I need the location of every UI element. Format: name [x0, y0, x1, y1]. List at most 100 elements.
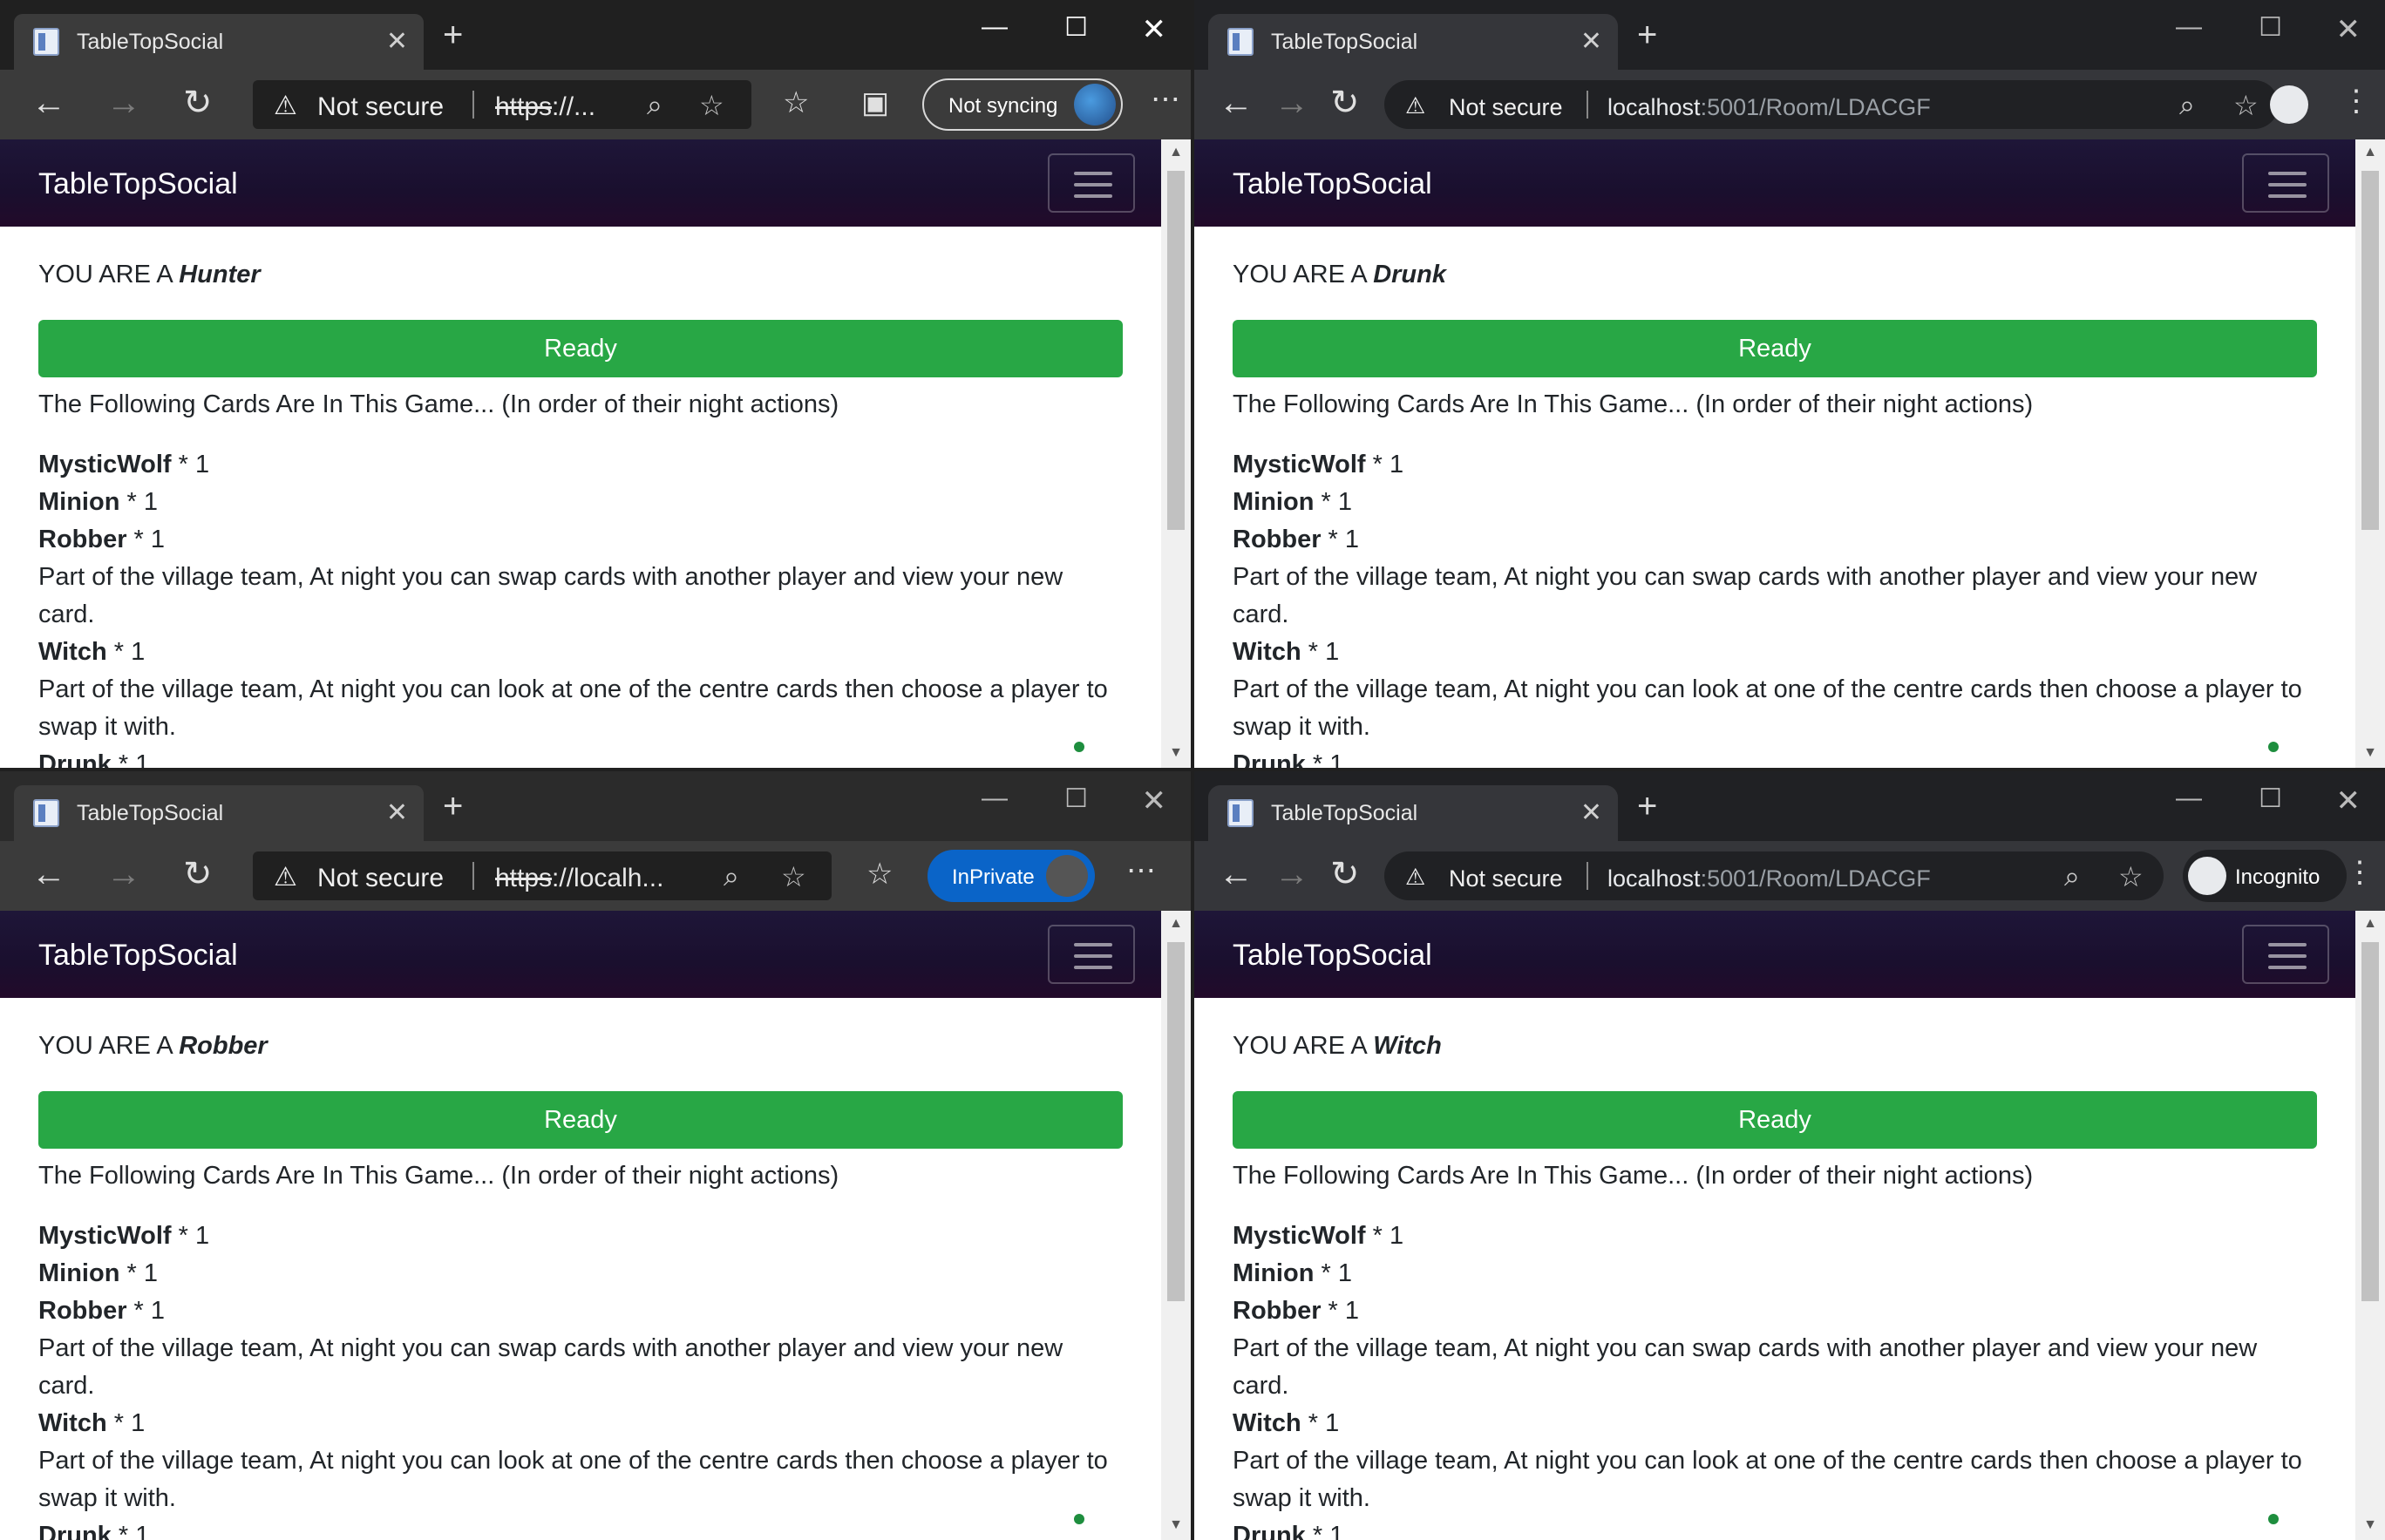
zoom-icon[interactable]: ⌕	[647, 89, 662, 122]
window-close-icon[interactable]: ✕	[2336, 12, 2361, 47]
maximize-icon[interactable]: ☐	[2259, 12, 2282, 43]
ready-button[interactable]: Ready	[1233, 320, 2317, 377]
tab-close-icon[interactable]: ✕	[1580, 797, 1602, 828]
more-options-icon[interactable]: ⋮	[2341, 84, 2371, 119]
browser-tab[interactable]: TableTopSocial ✕	[1208, 14, 1618, 70]
ready-button[interactable]: Ready	[38, 320, 1123, 377]
more-options-icon[interactable]: ⋯	[1151, 82, 1180, 117]
scroll-thumb[interactable]	[1167, 171, 1185, 530]
ready-button[interactable]: Ready	[38, 1091, 1123, 1149]
refresh-icon[interactable]: ↻	[183, 85, 213, 120]
favorites-icon[interactable]: ☆	[783, 85, 809, 120]
address-bar[interactable]: ⚠ Not secure localhost:5001/Room/LDACGF …	[1384, 80, 2279, 129]
new-tab-icon[interactable]: +	[1637, 17, 1657, 52]
back-icon[interactable]: ←	[1219, 85, 1254, 120]
forward-icon[interactable]: →	[106, 857, 141, 892]
more-options-icon[interactable]: ⋮	[2345, 855, 2375, 890]
navbar-menu-icon[interactable]	[2242, 153, 2329, 213]
favorites-icon[interactable]: ☆	[866, 857, 893, 892]
card-count: * 1	[1301, 638, 1340, 666]
refresh-icon[interactable]: ↻	[183, 857, 213, 892]
scroll-down-icon[interactable]: ▼	[2355, 1517, 2385, 1533]
back-icon[interactable]: ←	[1219, 857, 1254, 892]
incognito-indicator[interactable]: Incognito	[2183, 850, 2347, 902]
url-text[interactable]: localhost:5001/Room/LDACGF	[1607, 865, 1931, 892]
refresh-icon[interactable]: ↻	[1330, 85, 1360, 120]
browser-tab[interactable]: TableTopSocial ✕	[1208, 785, 1618, 841]
card-name: Witch	[38, 1409, 107, 1437]
scrollbar[interactable]: ▲ ▼	[1161, 911, 1191, 1540]
scroll-up-icon[interactable]: ▲	[2355, 916, 2385, 932]
forward-icon[interactable]: →	[1274, 85, 1309, 120]
window-close-icon[interactable]: ✕	[1142, 12, 1167, 47]
tab-close-icon[interactable]: ✕	[1580, 26, 1602, 57]
forward-icon[interactable]: →	[1274, 857, 1309, 892]
maximize-icon[interactable]: ☐	[1064, 12, 1088, 43]
profile-button[interactable]: Not syncing	[922, 78, 1123, 131]
favorite-star-icon[interactable]: ☆	[699, 89, 724, 122]
url-rest: ://...	[552, 92, 596, 121]
address-bar[interactable]: ⚠ Not secure https://localh... ⌕ ☆	[253, 851, 832, 900]
scroll-thumb[interactable]	[2361, 942, 2379, 1301]
more-options-icon[interactable]: ⋯	[1126, 853, 1156, 888]
site-brand[interactable]: TableTopSocial	[1233, 939, 1432, 973]
refresh-icon[interactable]: ↻	[1330, 857, 1360, 892]
maximize-icon[interactable]: ☐	[2259, 784, 2282, 814]
zoom-icon[interactable]: ⌕	[724, 860, 739, 893]
zoom-icon[interactable]: ⌕	[2064, 860, 2080, 893]
scrollbar[interactable]: ▲ ▼	[2355, 139, 2385, 768]
back-icon[interactable]: ←	[31, 857, 66, 892]
scroll-down-icon[interactable]: ▼	[1161, 745, 1191, 761]
zoom-icon[interactable]: ⌕	[2179, 89, 2195, 122]
browser-tab[interactable]: TableTopSocial ✕	[14, 785, 424, 841]
scroll-up-icon[interactable]: ▲	[1161, 145, 1191, 160]
scroll-thumb[interactable]	[1167, 942, 1185, 1301]
scroll-up-icon[interactable]: ▲	[1161, 916, 1191, 932]
url-text[interactable]: localhost:5001/Room/LDACGF	[1607, 94, 1931, 121]
maximize-icon[interactable]: ☐	[1064, 784, 1088, 814]
site-brand[interactable]: TableTopSocial	[1233, 167, 1432, 201]
bookmark-star-icon[interactable]: ☆	[2118, 860, 2144, 893]
navbar-menu-icon[interactable]	[1048, 153, 1135, 213]
scrollbar[interactable]: ▲ ▼	[1161, 139, 1191, 768]
card-name: Witch	[1233, 638, 1301, 666]
tab-close-icon[interactable]: ✕	[386, 26, 408, 57]
url-text[interactable]: https://...	[495, 92, 595, 122]
ready-button[interactable]: Ready	[1233, 1091, 2317, 1149]
scrollbar[interactable]: ▲ ▼	[2355, 911, 2385, 1540]
card-item: MysticWolf * 1	[38, 446, 1123, 484]
url-text[interactable]: https://localh...	[495, 864, 663, 893]
navbar-menu-icon[interactable]	[2242, 925, 2329, 984]
not-secure-label: Not secure	[317, 864, 445, 892]
profile-avatar-icon[interactable]	[2270, 85, 2308, 124]
page-viewport: TableTopSocial YOU ARE A Hunter Ready Th…	[0, 139, 1161, 768]
bookmark-star-icon[interactable]: ☆	[2233, 89, 2259, 122]
minimize-icon[interactable]: —	[2176, 12, 2202, 42]
back-icon[interactable]: ←	[31, 85, 66, 120]
favorite-star-icon[interactable]: ☆	[781, 860, 806, 893]
role-name: Drunk	[1373, 261, 1446, 288]
window-close-icon[interactable]: ✕	[1142, 784, 1167, 818]
minimize-icon[interactable]: —	[2176, 784, 2202, 813]
collections-icon[interactable]: ▣	[861, 85, 889, 120]
navbar-menu-icon[interactable]	[1048, 925, 1135, 984]
window-close-icon[interactable]: ✕	[2336, 784, 2361, 818]
title-bar: TableTopSocial ✕ + — ☐ ✕	[0, 771, 1191, 841]
inprivate-button[interactable]: InPrivate	[928, 850, 1095, 902]
scroll-thumb[interactable]	[2361, 171, 2379, 530]
new-tab-icon[interactable]: +	[443, 17, 463, 52]
address-bar[interactable]: ⚠ Not secure https://... ⌕ ☆	[253, 80, 751, 129]
scroll-up-icon[interactable]: ▲	[2355, 145, 2385, 160]
new-tab-icon[interactable]: +	[1637, 789, 1657, 824]
scroll-down-icon[interactable]: ▼	[1161, 1517, 1191, 1533]
site-brand[interactable]: TableTopSocial	[38, 167, 238, 201]
forward-icon[interactable]: →	[106, 85, 141, 120]
scroll-down-icon[interactable]: ▼	[2355, 745, 2385, 761]
tab-close-icon[interactable]: ✕	[386, 797, 408, 828]
browser-tab[interactable]: TableTopSocial ✕	[14, 14, 424, 70]
minimize-icon[interactable]: —	[982, 12, 1008, 42]
new-tab-icon[interactable]: +	[443, 789, 463, 824]
minimize-icon[interactable]: —	[982, 784, 1008, 813]
address-bar[interactable]: ⚠ Not secure localhost:5001/Room/LDACGF …	[1384, 851, 2164, 900]
site-brand[interactable]: TableTopSocial	[38, 939, 238, 973]
